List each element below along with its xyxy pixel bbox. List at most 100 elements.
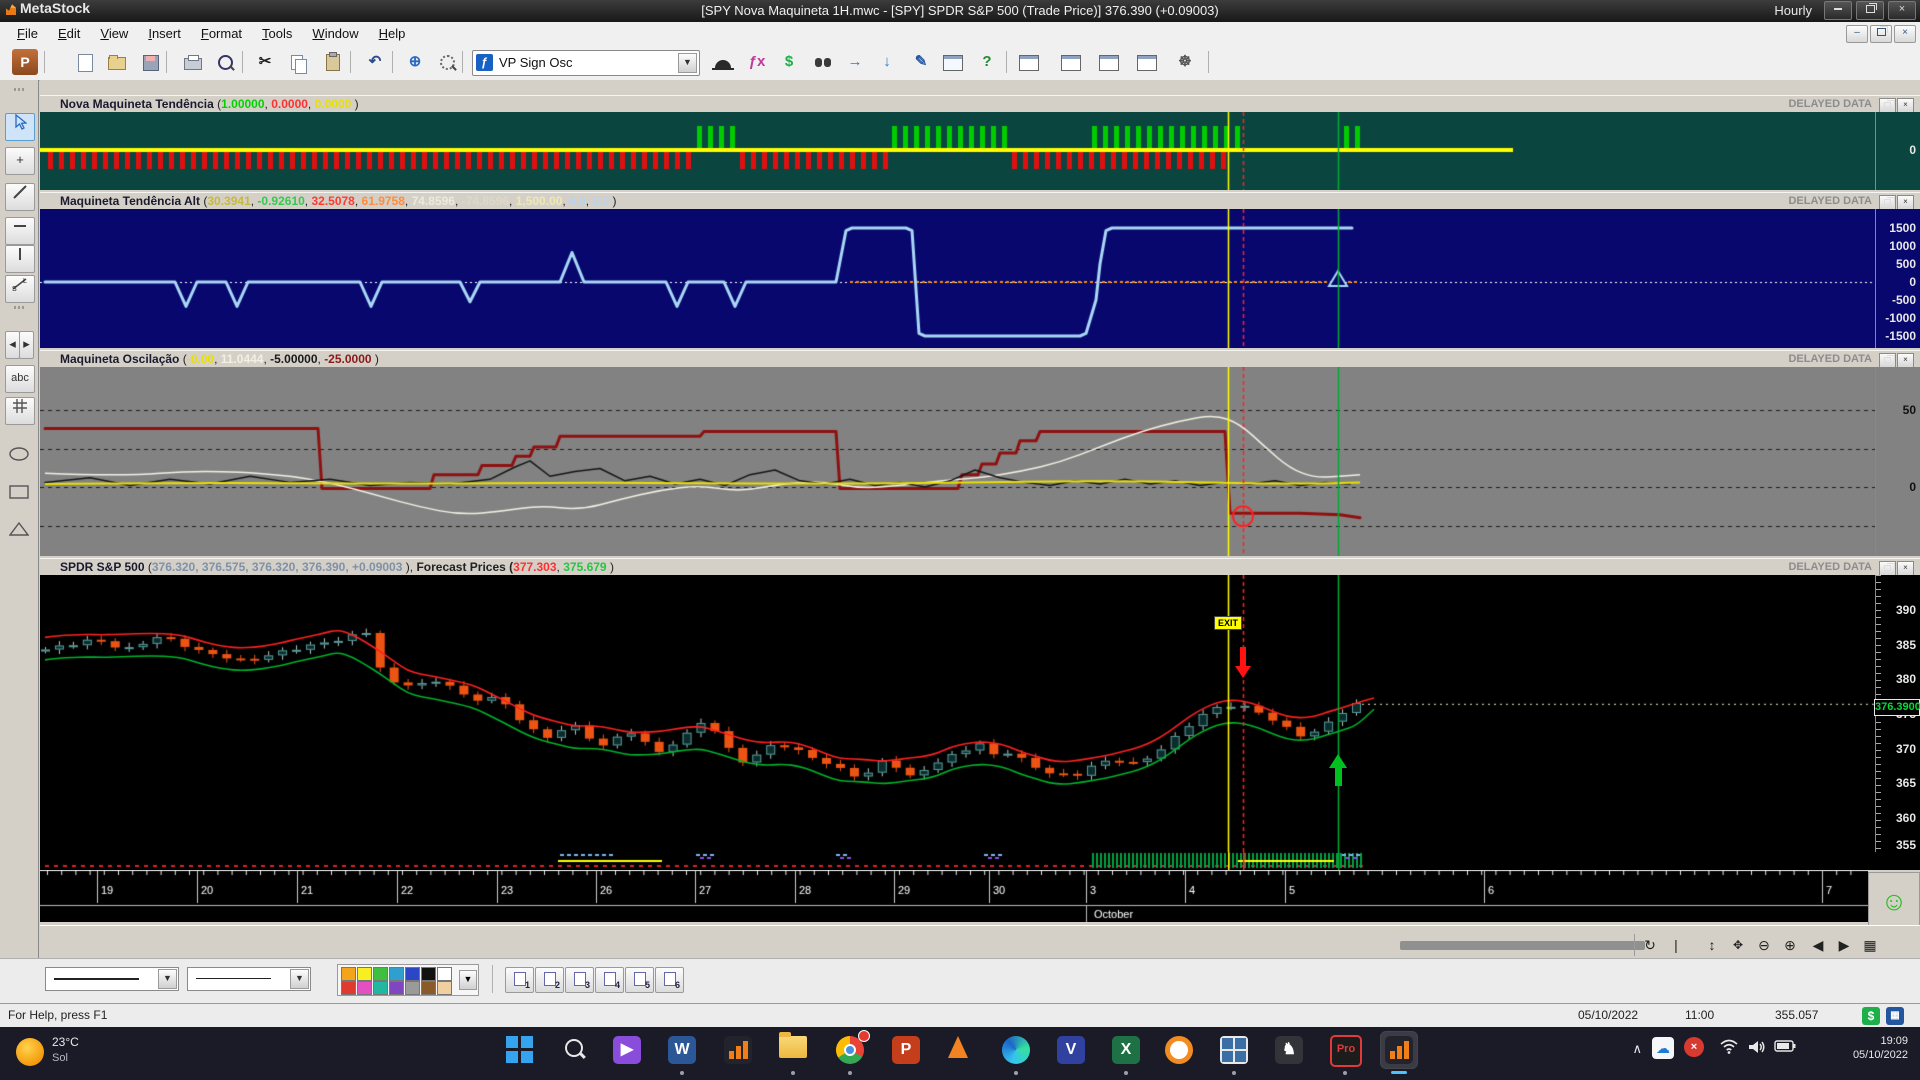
layout-template-button-6[interactable]: 6 [655,967,684,993]
taskbar-app-excel[interactable]: X [1108,1032,1144,1068]
palette-color-8046c0[interactable] [389,981,404,995]
layout-template-button-1[interactable]: 1 [505,967,534,993]
panel-chart-canvas-maquineta-tendencia-alt[interactable] [40,209,1875,348]
weather-sun-icon[interactable] [16,1038,44,1066]
restore-button[interactable] [1856,1,1884,20]
palette-color-e351c0[interactable] [357,981,372,995]
indicator-builder-icon[interactable]: ƒx [744,49,770,75]
layout-template-button-3[interactable]: 3 [565,967,594,993]
menu-item-edit[interactable]: Edit [49,24,89,43]
grid-tool[interactable] [5,397,35,425]
palette-color-e03a2f[interactable] [341,981,356,995]
palette-color-2f9fd0[interactable] [389,967,404,981]
panel-chart-canvas-nova-maquineta-tendencia[interactable] [40,112,1875,190]
support-resistance-tool[interactable]: SL [5,275,35,303]
tile-horizontal-icon[interactable] [1096,49,1122,75]
line-weight-dropdown-arrow[interactable]: ▼ [290,969,309,989]
bar-spacing-button[interactable]: | [1664,934,1688,956]
downloader-icon[interactable]: ↓ [874,49,900,75]
paste-icon[interactable] [320,49,346,75]
taskbar-app-powerpoint[interactable]: P [888,1032,924,1068]
scroll-left-button[interactable]: ◂ [5,331,20,359]
child-minimize-button[interactable]: – [1846,25,1868,43]
app-p-icon[interactable]: P [12,49,38,75]
help-pointer-icon[interactable]: ? [974,49,1000,75]
palette-color-9a9a9a[interactable] [405,981,420,995]
panel-close-button[interactable]: × [1897,561,1914,576]
chart-options-gear-icon[interactable]: ☸ [1172,49,1198,75]
weather-temp[interactable]: 23°C [52,1035,79,1049]
ink-tool-icon[interactable]: ✎ [908,49,934,75]
panel-close-button[interactable]: × [1897,98,1914,113]
forecaster-arrow-icon[interactable]: → [842,49,868,75]
menu-item-file[interactable]: File [8,24,47,43]
taskbar-app-file-explorer[interactable] [775,1032,811,1068]
palette-color-111111[interactable] [421,967,436,981]
taskbar-app-metastock[interactable] [720,1032,756,1068]
menu-item-window[interactable]: Window [303,24,367,43]
tray-chevron-icon[interactable]: ∧ [1632,1041,1642,1057]
battery-icon[interactable] [1774,1039,1796,1056]
data-window-button[interactable]: ▦ [1858,934,1882,956]
menu-item-format[interactable]: Format [192,24,251,43]
exit-annotation[interactable]: EXIT [1214,616,1242,630]
menu-item-help[interactable]: Help [370,24,415,43]
palette-color-2c46c8[interactable] [405,967,420,981]
taskbar-app-metastock-active[interactable] [1381,1032,1417,1068]
tile-vertical-icon[interactable] [1058,49,1084,75]
layout-template-button-4[interactable]: 4 [595,967,624,993]
dollar-status-icon[interactable]: $ [1862,1007,1880,1025]
taskbar-app-browser-orange[interactable] [1161,1032,1197,1068]
dollar-explorer-icon[interactable]: $ [776,49,802,75]
panel-close-button[interactable]: × [1897,353,1914,368]
panel-chart-canvas-maquineta-oscilacao[interactable] [40,367,1875,556]
scrollbar-thumb[interactable] [1400,941,1645,950]
minimize-button[interactable] [1824,1,1852,20]
menu-item-insert[interactable]: Insert [139,24,190,43]
wifi-icon[interactable] [1720,1039,1738,1058]
scroll-right-button[interactable]: ▸ [19,331,34,359]
panel-close-button[interactable]: × [1897,195,1914,210]
vertical-scale-button[interactable]: ↕ [1700,934,1724,956]
zoom-out-button[interactable]: ⊖ [1752,934,1776,956]
crosshair-tool[interactable]: + [5,147,35,175]
palette-color-8a5a2a[interactable] [421,981,436,995]
trendline-tool[interactable] [5,183,35,211]
tile-grid-icon[interactable] [1134,49,1160,75]
print-icon[interactable] [180,49,206,75]
taskbar-app-chrome[interactable] [832,1032,868,1068]
child-close-button[interactable]: × [1894,25,1916,43]
panel-chart-canvas-spdr-sp500[interactable] [40,575,1875,852]
vertical-line-tool[interactable] [5,245,35,273]
line-style-combo[interactable]: ▼ [45,967,179,991]
layout-template-button-5[interactable]: 5 [625,967,654,993]
target-crosshair-icon[interactable]: ⊕ [402,49,428,75]
open-chart-icon[interactable] [104,49,130,75]
copy-icon[interactable] [284,49,310,75]
onedrive-cloud-icon[interactable]: ☁ [1652,1037,1674,1059]
rectangle-tool[interactable] [5,483,33,509]
panel-restore-button[interactable] [1879,353,1896,368]
close-button[interactable]: × [1888,1,1916,20]
palette-color-f0d0a0[interactable] [437,981,452,995]
taskbar-app-remote-grid-app[interactable] [1216,1032,1252,1068]
zoom-in-button[interactable]: ⊕ [1778,934,1802,956]
child-restore-button[interactable] [1870,25,1892,43]
palette-dropdown-arrow[interactable]: ▼ [459,970,477,990]
weather-condition[interactable]: Sol [52,1052,68,1064]
taskbar-app-vlc[interactable] [944,1032,980,1068]
undo-icon[interactable]: ↶ [362,49,388,75]
panel-restore-button[interactable] [1879,98,1896,113]
ellipse-tool[interactable] [5,445,33,471]
print-preview-icon[interactable] [212,49,238,75]
line-weight-combo[interactable]: ▼ [187,967,311,991]
chart-status-icon[interactable]: ▦ [1886,1007,1904,1025]
panel-restore-button[interactable] [1879,195,1896,210]
taskbar-app-metastock-pro[interactable]: Pro [1327,1032,1363,1068]
taskbar-app-chess-app[interactable]: ♞ [1271,1032,1307,1068]
volume-icon[interactable] [1748,1039,1766,1058]
tray-alert-icon[interactable]: × [1684,1037,1704,1057]
line-style-dropdown-arrow[interactable]: ▼ [158,969,177,989]
report-icon[interactable] [940,49,966,75]
new-chart-icon[interactable] [72,49,98,75]
